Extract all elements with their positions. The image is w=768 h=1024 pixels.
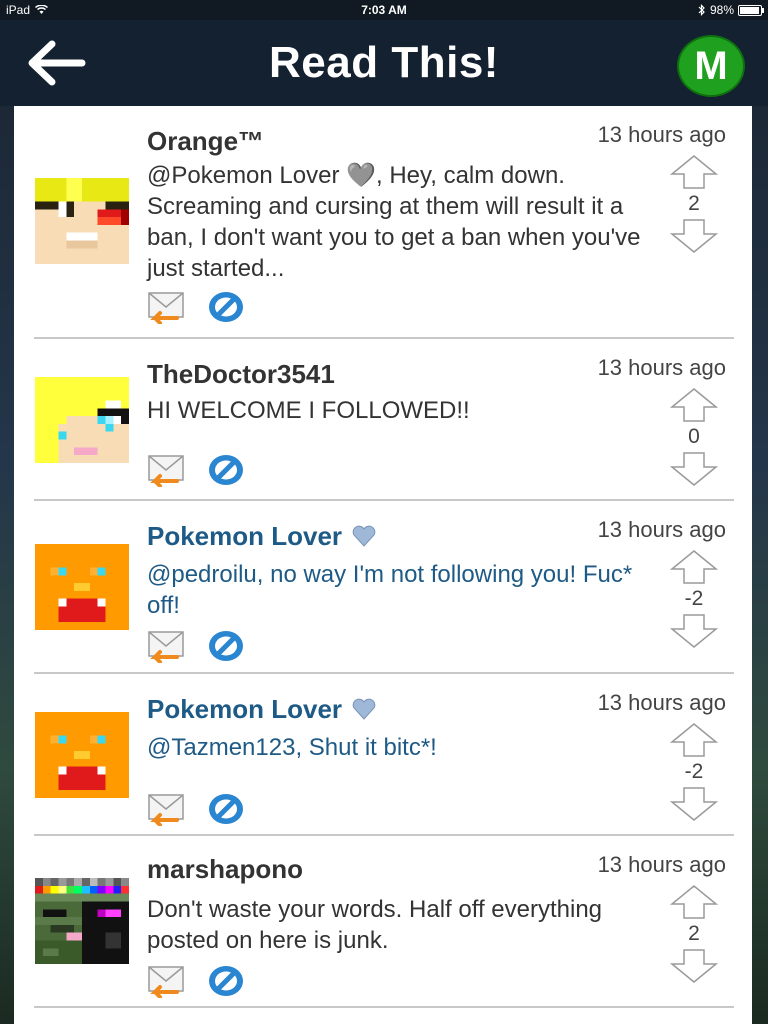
vote-count: -2 [684,760,704,783]
comments-panel: Orange™ 13 hours ago @Pokemon Lover 🩶, H… [14,106,752,1024]
block-icon[interactable] [207,453,245,487]
block-icon[interactable] [207,792,245,826]
comment-time: 13 hours ago [597,517,726,542]
arrow-up-icon[interactable] [670,722,718,758]
battery-icon [738,4,764,16]
comment-username[interactable]: Pokemon Lover [147,521,376,552]
comment-item: Pokemon Lover 13 hours ago @pedroilu, no… [14,501,752,671]
heart-icon [352,698,376,720]
vote-control: 2 [670,884,718,984]
menu-button[interactable]: M [677,35,745,97]
reply-mail-icon[interactable] [147,290,187,324]
vote-control: -2 [670,722,718,822]
arrow-down-icon[interactable] [670,613,718,649]
avatar[interactable] [34,878,130,964]
bluetooth-icon [698,4,705,16]
comment-text: @pedroilu, no way I'm not following you!… [147,561,633,619]
vote-count: -2 [684,587,704,610]
vote-count: 2 [688,922,700,945]
vote-control: 0 [670,387,718,487]
comment-username[interactable]: Orange™ [147,126,264,157]
vote-control: 2 [670,154,718,254]
arrow-down-icon[interactable] [670,786,718,822]
block-icon[interactable] [207,964,245,998]
clock: 7:03 AM [361,3,407,17]
reply-mail-icon[interactable] [147,453,187,487]
arrow-down-icon[interactable] [670,451,718,487]
divider [34,1006,734,1008]
comment-text: @Tazmen123, Shut it bitc*! [147,734,437,761]
battery-percent: 98% [709,3,734,17]
vote-count: 2 [688,192,700,215]
comment-text: Don't waste your words. Half off everyth… [147,896,603,954]
comment-time: 13 hours ago [597,122,726,147]
avatar[interactable] [34,712,130,798]
status-bar: iPad 7:03 AM 98% [0,0,768,20]
comment-time: 13 hours ago [597,690,726,715]
reply-mail-icon[interactable] [147,629,187,663]
arrow-up-icon[interactable] [670,387,718,423]
comment-time: 13 hours ago [597,852,726,877]
avatar[interactable] [34,377,130,463]
comment-text: @Pokemon Lover 🩶, Hey, calm down. Scream… [147,162,641,282]
comment-username[interactable]: marshapono [147,854,303,885]
comment-username[interactable]: TheDoctor3541 [147,359,335,390]
block-icon[interactable] [207,290,245,324]
comment-item: Pokemon Lover 13 hours ago @Tazmen123, S… [14,674,752,834]
page-title: Read This! [269,38,499,87]
comment-item: TheDoctor3541 13 hours ago HI WELCOME I … [14,339,752,499]
comment-item: marshapono 13 hours ago Don't waste your… [14,836,752,1008]
avatar[interactable] [34,178,130,264]
arrow-up-icon[interactable] [670,884,718,920]
comment-username[interactable]: Pokemon Lover [147,694,376,725]
block-icon[interactable] [207,629,245,663]
arrow-up-icon[interactable] [670,549,718,585]
arrow-up-icon[interactable] [670,154,718,190]
vote-control: -2 [670,549,718,649]
avatar[interactable] [34,544,130,630]
arrow-down-icon[interactable] [670,218,718,254]
vote-count: 0 [688,425,700,448]
nav-bar: Read This! M [0,20,768,106]
comment-item: Orange™ 13 hours ago @Pokemon Lover 🩶, H… [14,106,752,338]
reply-mail-icon[interactable] [147,964,187,998]
comment-text: HI WELCOME I FOLLOWED!! [147,397,470,424]
comment-time: 13 hours ago [597,355,726,380]
heart-icon [352,525,376,547]
arrow-down-icon[interactable] [670,948,718,984]
reply-mail-icon[interactable] [147,792,187,826]
